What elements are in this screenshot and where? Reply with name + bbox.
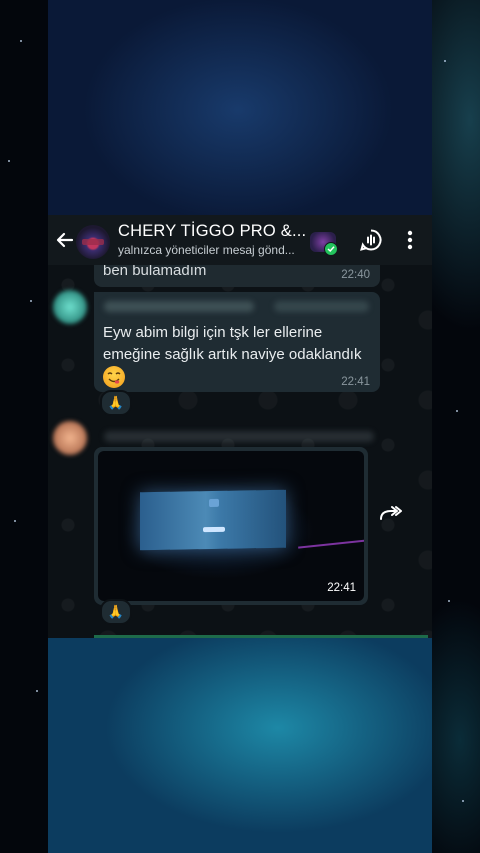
star [448,600,450,602]
chat-header: CHERY TİGGO PRO &... yalnızca yöneticile… [48,215,432,265]
image-preview[interactable] [98,451,364,601]
sender-phone-blurred [274,301,369,312]
voice-chat-icon[interactable] [359,228,383,252]
message-time: 22:41 [327,582,356,594]
star [444,60,446,62]
star [30,300,32,302]
star [36,690,38,692]
projector-screen-image [140,489,286,551]
star [14,520,16,522]
message-bubble[interactable]: Eyw abim bilgi için tşk ler ellerine eme… [94,292,380,392]
reaction-pray[interactable]: 🙏 [100,599,132,625]
blurred-background-top [48,0,432,215]
chat-screen: ben bulamadım 22:40 Eyw abim bilgi için … [48,215,432,638]
message-text: Eyw abim bilgi için tşk ler ellerine eme… [103,324,362,363]
sender-name-blurred [104,301,254,312]
group-title[interactable]: CHERY TİGGO PRO &... [118,222,306,241]
star [20,40,22,42]
projected-logo [209,498,219,508]
star [456,410,458,412]
reaction-pray[interactable]: 🙏 [100,390,132,416]
star [462,800,464,802]
sender-avatar[interactable] [53,290,87,324]
message-time: 22:40 [341,269,370,281]
ambient-light-line [298,539,364,549]
sender-avatar[interactable] [53,421,87,455]
star [8,160,10,162]
group-subtitle[interactable]: yalnızca yöneticiler mesaj gönd... [118,243,295,257]
divider-line [94,635,428,638]
projected-bar [203,526,225,533]
forward-icon[interactable] [378,503,404,523]
image-message-bubble[interactable]: 22:41 [94,447,368,605]
blurred-background-bottom [48,638,432,853]
more-vert-icon[interactable] [402,229,418,251]
yum-emoji-icon [103,366,125,388]
check-icon [324,242,338,256]
group-avatar[interactable] [76,225,110,259]
sender-name-blurred [104,431,374,442]
message-time: 22:41 [341,376,370,388]
arrow-left-icon[interactable] [54,228,76,252]
